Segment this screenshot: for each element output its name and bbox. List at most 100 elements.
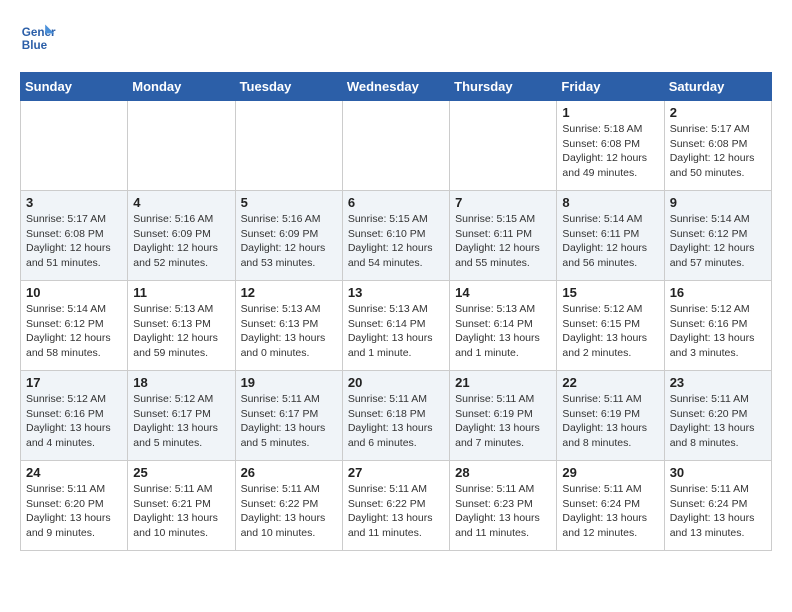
day-info: Sunrise: 5:17 AM Sunset: 6:08 PM Dayligh… bbox=[670, 122, 766, 181]
day-number: 14 bbox=[455, 285, 551, 300]
day-info: Sunrise: 5:11 AM Sunset: 6:20 PM Dayligh… bbox=[26, 482, 122, 541]
logo: General Blue bbox=[20, 20, 56, 56]
day-info: Sunrise: 5:13 AM Sunset: 6:14 PM Dayligh… bbox=[348, 302, 444, 361]
day-info: Sunrise: 5:17 AM Sunset: 6:08 PM Dayligh… bbox=[26, 212, 122, 271]
day-info: Sunrise: 5:14 AM Sunset: 6:12 PM Dayligh… bbox=[670, 212, 766, 271]
header-saturday: Saturday bbox=[664, 73, 771, 101]
calendar-week-4: 24 Sunrise: 5:11 AM Sunset: 6:20 PM Dayli… bbox=[21, 461, 772, 551]
calendar-week-2: 10 Sunrise: 5:14 AM Sunset: 6:12 PM Dayli… bbox=[21, 281, 772, 371]
day-number: 16 bbox=[670, 285, 766, 300]
day-number: 9 bbox=[670, 195, 766, 210]
day-number: 12 bbox=[241, 285, 337, 300]
calendar-cell: 21 Sunrise: 5:11 AM Sunset: 6:19 PM Dayli… bbox=[450, 371, 557, 461]
calendar-cell: 14 Sunrise: 5:13 AM Sunset: 6:14 PM Dayli… bbox=[450, 281, 557, 371]
day-info: Sunrise: 5:11 AM Sunset: 6:19 PM Dayligh… bbox=[562, 392, 658, 451]
day-info: Sunrise: 5:12 AM Sunset: 6:17 PM Dayligh… bbox=[133, 392, 229, 451]
day-number: 30 bbox=[670, 465, 766, 480]
day-number: 23 bbox=[670, 375, 766, 390]
day-info: Sunrise: 5:11 AM Sunset: 6:17 PM Dayligh… bbox=[241, 392, 337, 451]
day-number: 17 bbox=[26, 375, 122, 390]
logo-icon: General Blue bbox=[20, 20, 56, 56]
calendar-week-0: 1 Sunrise: 5:18 AM Sunset: 6:08 PM Daylig… bbox=[21, 101, 772, 191]
page-header: General Blue bbox=[20, 20, 772, 56]
day-number: 3 bbox=[26, 195, 122, 210]
day-number: 13 bbox=[348, 285, 444, 300]
day-info: Sunrise: 5:11 AM Sunset: 6:18 PM Dayligh… bbox=[348, 392, 444, 451]
calendar-cell: 26 Sunrise: 5:11 AM Sunset: 6:22 PM Dayli… bbox=[235, 461, 342, 551]
calendar-cell: 25 Sunrise: 5:11 AM Sunset: 6:21 PM Dayli… bbox=[128, 461, 235, 551]
calendar-cell: 1 Sunrise: 5:18 AM Sunset: 6:08 PM Daylig… bbox=[557, 101, 664, 191]
day-number: 19 bbox=[241, 375, 337, 390]
calendar-cell: 24 Sunrise: 5:11 AM Sunset: 6:20 PM Dayli… bbox=[21, 461, 128, 551]
day-info: Sunrise: 5:11 AM Sunset: 6:20 PM Dayligh… bbox=[670, 392, 766, 451]
day-number: 28 bbox=[455, 465, 551, 480]
day-info: Sunrise: 5:15 AM Sunset: 6:11 PM Dayligh… bbox=[455, 212, 551, 271]
day-number: 11 bbox=[133, 285, 229, 300]
calendar-cell: 8 Sunrise: 5:14 AM Sunset: 6:11 PM Daylig… bbox=[557, 191, 664, 281]
svg-text:Blue: Blue bbox=[22, 39, 48, 52]
calendar-cell: 9 Sunrise: 5:14 AM Sunset: 6:12 PM Daylig… bbox=[664, 191, 771, 281]
day-info: Sunrise: 5:13 AM Sunset: 6:14 PM Dayligh… bbox=[455, 302, 551, 361]
day-number: 8 bbox=[562, 195, 658, 210]
calendar-cell: 12 Sunrise: 5:13 AM Sunset: 6:13 PM Dayli… bbox=[235, 281, 342, 371]
calendar-header-row: SundayMondayTuesdayWednesdayThursdayFrid… bbox=[21, 73, 772, 101]
day-number: 25 bbox=[133, 465, 229, 480]
calendar-cell: 16Sunrise: 5:12 AM Sunset: 6:16 PM Dayli… bbox=[664, 281, 771, 371]
calendar-cell: 10 Sunrise: 5:14 AM Sunset: 6:12 PM Dayli… bbox=[21, 281, 128, 371]
day-info: Sunrise: 5:16 AM Sunset: 6:09 PM Dayligh… bbox=[133, 212, 229, 271]
calendar-cell: 11 Sunrise: 5:13 AM Sunset: 6:13 PM Dayli… bbox=[128, 281, 235, 371]
calendar-cell: 29 Sunrise: 5:11 AM Sunset: 6:24 PM Dayli… bbox=[557, 461, 664, 551]
day-info: Sunrise: 5:12 AM Sunset: 6:15 PM Dayligh… bbox=[562, 302, 658, 361]
day-number: 10 bbox=[26, 285, 122, 300]
day-info: Sunrise: 5:11 AM Sunset: 6:19 PM Dayligh… bbox=[455, 392, 551, 451]
day-info: Sunrise: 5:14 AM Sunset: 6:11 PM Dayligh… bbox=[562, 212, 658, 271]
header-sunday: Sunday bbox=[21, 73, 128, 101]
day-number: 1 bbox=[562, 105, 658, 120]
day-info: Sunrise: 5:15 AM Sunset: 6:10 PM Dayligh… bbox=[348, 212, 444, 271]
day-number: 2 bbox=[670, 105, 766, 120]
calendar-cell: 13 Sunrise: 5:13 AM Sunset: 6:14 PM Dayli… bbox=[342, 281, 449, 371]
day-info: Sunrise: 5:16 AM Sunset: 6:09 PM Dayligh… bbox=[241, 212, 337, 271]
calendar-week-3: 17 Sunrise: 5:12 AM Sunset: 6:16 PM Dayli… bbox=[21, 371, 772, 461]
calendar-cell: 23 Sunrise: 5:11 AM Sunset: 6:20 PM Dayli… bbox=[664, 371, 771, 461]
calendar-cell: 3 Sunrise: 5:17 AM Sunset: 6:08 PM Daylig… bbox=[21, 191, 128, 281]
day-info: Sunrise: 5:12 AM Sunset: 6:16 PM Dayligh… bbox=[26, 392, 122, 451]
calendar-cell: 22 Sunrise: 5:11 AM Sunset: 6:19 PM Dayli… bbox=[557, 371, 664, 461]
day-info: Sunrise: 5:18 AM Sunset: 6:08 PM Dayligh… bbox=[562, 122, 658, 181]
header-tuesday: Tuesday bbox=[235, 73, 342, 101]
calendar-cell: 15Sunrise: 5:12 AM Sunset: 6:15 PM Dayli… bbox=[557, 281, 664, 371]
calendar-cell bbox=[21, 101, 128, 191]
day-info: Sunrise: 5:13 AM Sunset: 6:13 PM Dayligh… bbox=[133, 302, 229, 361]
calendar-cell: 30 Sunrise: 5:11 AM Sunset: 6:24 PM Dayli… bbox=[664, 461, 771, 551]
header-wednesday: Wednesday bbox=[342, 73, 449, 101]
day-number: 26 bbox=[241, 465, 337, 480]
day-number: 29 bbox=[562, 465, 658, 480]
calendar-cell bbox=[342, 101, 449, 191]
day-number: 20 bbox=[348, 375, 444, 390]
header-thursday: Thursday bbox=[450, 73, 557, 101]
day-info: Sunrise: 5:11 AM Sunset: 6:23 PM Dayligh… bbox=[455, 482, 551, 541]
day-info: Sunrise: 5:11 AM Sunset: 6:24 PM Dayligh… bbox=[670, 482, 766, 541]
day-info: Sunrise: 5:11 AM Sunset: 6:24 PM Dayligh… bbox=[562, 482, 658, 541]
day-info: Sunrise: 5:11 AM Sunset: 6:22 PM Dayligh… bbox=[241, 482, 337, 541]
day-number: 22 bbox=[562, 375, 658, 390]
calendar-cell: 20 Sunrise: 5:11 AM Sunset: 6:18 PM Dayli… bbox=[342, 371, 449, 461]
calendar-cell: 5Sunrise: 5:16 AM Sunset: 6:09 PM Daylig… bbox=[235, 191, 342, 281]
calendar-cell: 28 Sunrise: 5:11 AM Sunset: 6:23 PM Dayli… bbox=[450, 461, 557, 551]
calendar-cell: 7Sunrise: 5:15 AM Sunset: 6:11 PM Daylig… bbox=[450, 191, 557, 281]
calendar-cell: 6 Sunrise: 5:15 AM Sunset: 6:10 PM Daylig… bbox=[342, 191, 449, 281]
calendar-cell: 19 Sunrise: 5:11 AM Sunset: 6:17 PM Dayli… bbox=[235, 371, 342, 461]
day-number: 24 bbox=[26, 465, 122, 480]
calendar-cell: 4Sunrise: 5:16 AM Sunset: 6:09 PM Daylig… bbox=[128, 191, 235, 281]
calendar-table: SundayMondayTuesdayWednesdayThursdayFrid… bbox=[20, 72, 772, 551]
day-number: 21 bbox=[455, 375, 551, 390]
header-friday: Friday bbox=[557, 73, 664, 101]
calendar-cell: 2 Sunrise: 5:17 AM Sunset: 6:08 PM Daylig… bbox=[664, 101, 771, 191]
day-number: 27 bbox=[348, 465, 444, 480]
day-number: 6 bbox=[348, 195, 444, 210]
day-info: Sunrise: 5:11 AM Sunset: 6:21 PM Dayligh… bbox=[133, 482, 229, 541]
day-info: Sunrise: 5:13 AM Sunset: 6:13 PM Dayligh… bbox=[241, 302, 337, 361]
header-monday: Monday bbox=[128, 73, 235, 101]
calendar-cell: 27Sunrise: 5:11 AM Sunset: 6:22 PM Dayli… bbox=[342, 461, 449, 551]
day-info: Sunrise: 5:14 AM Sunset: 6:12 PM Dayligh… bbox=[26, 302, 122, 361]
